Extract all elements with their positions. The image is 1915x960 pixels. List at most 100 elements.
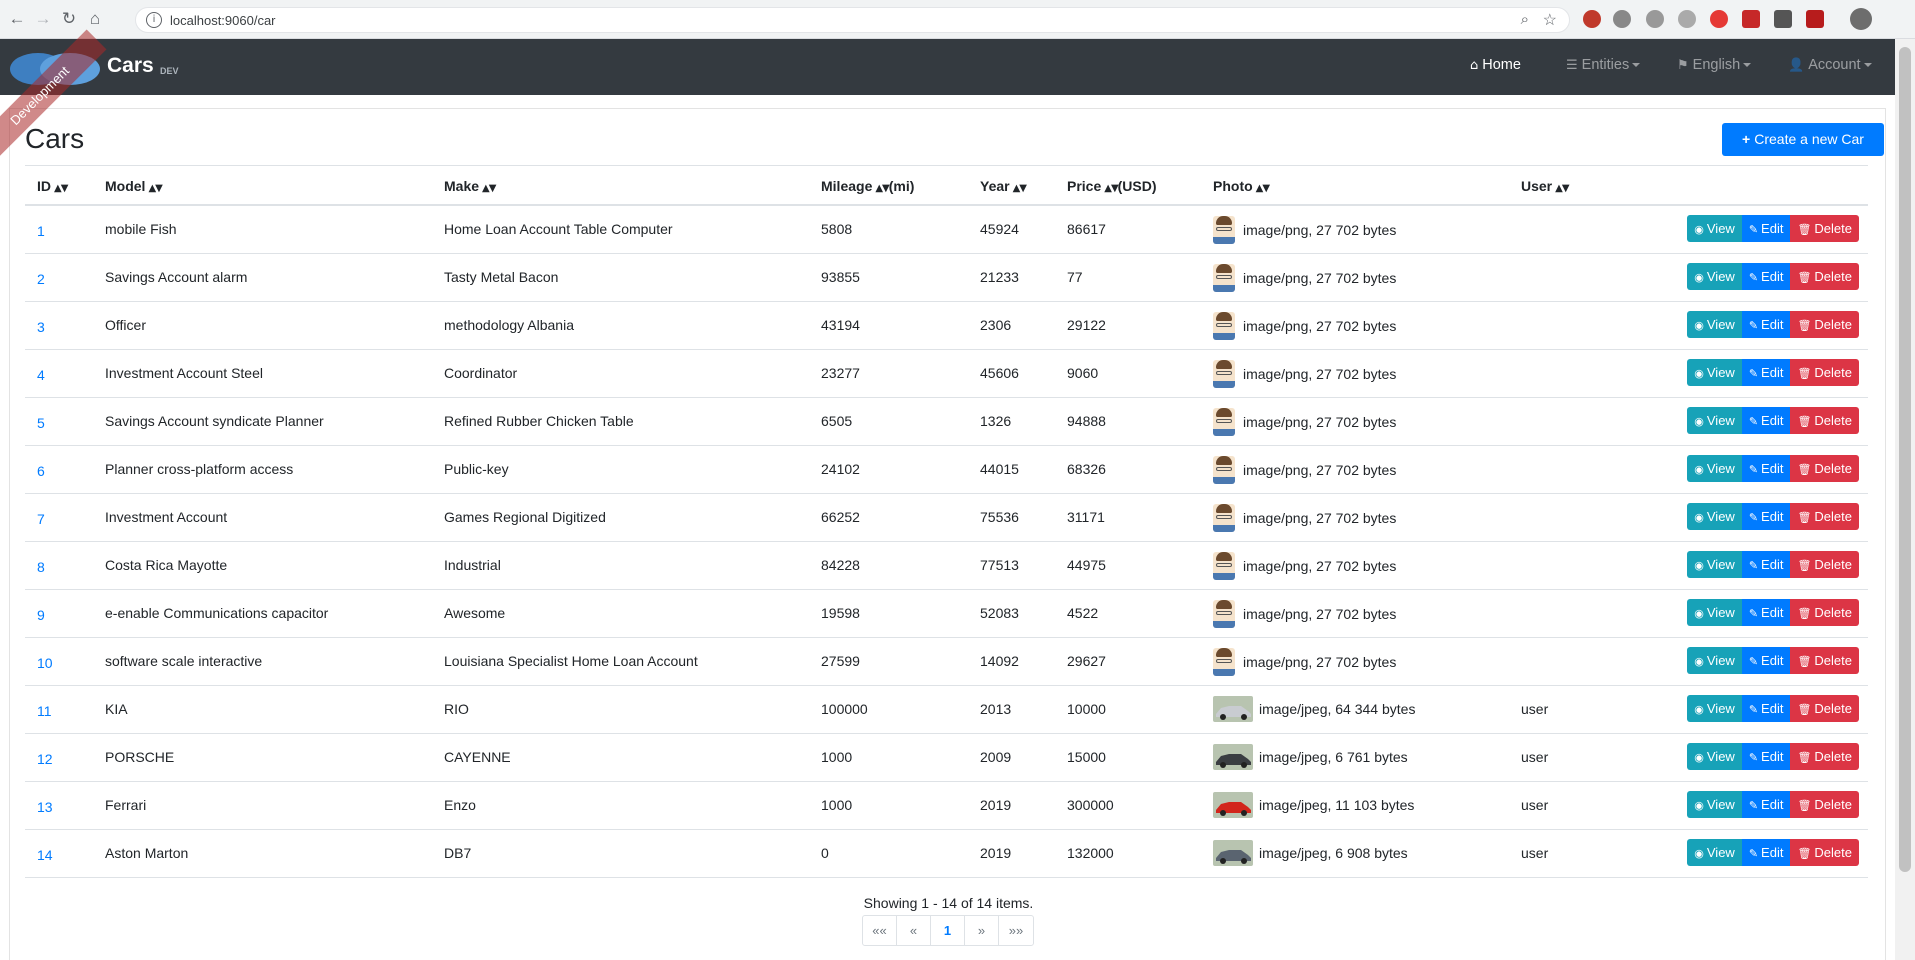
delete-button[interactable]: 🗑 Delete [1790, 263, 1859, 290]
view-button[interactable]: ◉ View [1687, 311, 1742, 338]
extension-icon[interactable] [1774, 10, 1792, 28]
id-link[interactable]: 9 [37, 607, 45, 623]
photo-content-type[interactable]: image/png, 27 702 bytes [1243, 462, 1396, 478]
avatar-thumbnail[interactable] [1213, 216, 1235, 244]
view-button[interactable]: ◉ View [1687, 791, 1742, 818]
cell-user[interactable]: user [1521, 749, 1548, 765]
photo-content-type[interactable]: image/jpeg, 11 103 bytes [1259, 797, 1414, 813]
brand-title[interactable]: Cars [107, 54, 154, 78]
column-header-make[interactable]: Make ▲▼ [444, 178, 496, 194]
pager-next[interactable]: » [965, 916, 999, 945]
column-header-id[interactable]: ID ▲▼ [37, 178, 68, 194]
view-button[interactable]: ◉ View [1687, 551, 1742, 578]
id-link[interactable]: 3 [37, 319, 45, 335]
edit-button[interactable]: ✎ Edit [1741, 359, 1791, 386]
photo-content-type[interactable]: image/png, 27 702 bytes [1243, 366, 1396, 382]
car-photo-thumbnail[interactable] [1213, 696, 1253, 722]
bookmark-star-icon[interactable]: ☆ [1543, 10, 1557, 30]
reload-icon[interactable]: ↻ [58, 8, 80, 30]
cell-user[interactable]: user [1521, 701, 1548, 717]
home-icon[interactable]: ⌂ [84, 8, 106, 30]
id-link[interactable]: 2 [37, 271, 45, 287]
avatar-thumbnail[interactable] [1213, 504, 1235, 532]
back-icon[interactable]: ← [6, 8, 28, 30]
edit-button[interactable]: ✎ Edit [1741, 695, 1791, 722]
nav-home[interactable]: ⌂ Home [1470, 57, 1521, 73]
photo-content-type[interactable]: image/png, 27 702 bytes [1243, 654, 1396, 670]
view-button[interactable]: ◉ View [1687, 215, 1742, 242]
photo-content-type[interactable]: image/png, 27 702 bytes [1243, 558, 1396, 574]
view-button[interactable]: ◉ View [1687, 503, 1742, 530]
edit-button[interactable]: ✎ Edit [1741, 743, 1791, 770]
delete-button[interactable]: 🗑 Delete [1790, 791, 1859, 818]
id-link[interactable]: 5 [37, 415, 45, 431]
photo-content-type[interactable]: image/jpeg, 64 344 bytes [1259, 701, 1415, 717]
id-link[interactable]: 4 [37, 367, 45, 383]
edit-button[interactable]: ✎ Edit [1741, 407, 1791, 434]
delete-button[interactable]: 🗑 Delete [1790, 839, 1859, 866]
nav-language[interactable]: ⚑ English [1677, 57, 1752, 73]
delete-button[interactable]: 🗑 Delete [1790, 503, 1859, 530]
extension-icon[interactable] [1646, 10, 1664, 28]
avatar-thumbnail[interactable] [1213, 408, 1235, 436]
edit-button[interactable]: ✎ Edit [1741, 215, 1791, 242]
avatar-thumbnail[interactable] [1213, 600, 1235, 628]
cell-user[interactable]: user [1521, 845, 1548, 861]
avatar-thumbnail[interactable] [1213, 648, 1235, 676]
photo-content-type[interactable]: image/jpeg, 6 908 bytes [1259, 845, 1408, 861]
extension-icon[interactable] [1742, 10, 1760, 28]
scrollbar[interactable] [1895, 39, 1915, 960]
delete-button[interactable]: 🗑 Delete [1790, 455, 1859, 482]
id-link[interactable]: 14 [37, 847, 53, 863]
column-header-year[interactable]: Year ▲▼ [980, 178, 1027, 194]
car-photo-thumbnail[interactable] [1213, 792, 1253, 818]
view-button[interactable]: ◉ View [1687, 695, 1742, 722]
avatar-thumbnail[interactable] [1213, 264, 1235, 292]
delete-button[interactable]: 🗑 Delete [1790, 215, 1859, 242]
car-photo-thumbnail[interactable] [1213, 840, 1253, 866]
photo-content-type[interactable]: image/png, 27 702 bytes [1243, 606, 1396, 622]
delete-button[interactable]: 🗑 Delete [1790, 599, 1859, 626]
avatar-thumbnail[interactable] [1213, 312, 1235, 340]
view-button[interactable]: ◉ View [1687, 359, 1742, 386]
edit-button[interactable]: ✎ Edit [1741, 599, 1791, 626]
edit-button[interactable]: ✎ Edit [1741, 455, 1791, 482]
id-link[interactable]: 13 [37, 799, 53, 815]
column-header-mileage[interactable]: Mileage ▲▼(mi) [821, 178, 914, 194]
pager-last[interactable]: »» [999, 916, 1033, 945]
edit-button[interactable]: ✎ Edit [1741, 647, 1791, 674]
profile-avatar-icon[interactable] [1850, 8, 1872, 30]
address-bar[interactable]: i localhost:9060/car ⌕ ☆ [135, 7, 1570, 33]
avatar-thumbnail[interactable] [1213, 360, 1235, 388]
car-photo-thumbnail[interactable] [1213, 744, 1253, 770]
edit-button[interactable]: ✎ Edit [1741, 551, 1791, 578]
column-header-model[interactable]: Model ▲▼ [105, 178, 163, 194]
delete-button[interactable]: 🗑 Delete [1790, 647, 1859, 674]
view-button[interactable]: ◉ View [1687, 599, 1742, 626]
url-text[interactable]: localhost:9060/car [170, 13, 276, 28]
id-link[interactable]: 6 [37, 463, 45, 479]
photo-content-type[interactable]: image/jpeg, 6 761 bytes [1259, 749, 1408, 765]
column-header-photo[interactable]: Photo ▲▼ [1213, 178, 1270, 194]
extension-icon[interactable] [1710, 10, 1728, 28]
edit-button[interactable]: ✎ Edit [1741, 311, 1791, 338]
delete-button[interactable]: 🗑 Delete [1790, 311, 1859, 338]
extension-icon[interactable] [1678, 10, 1696, 28]
extension-icon[interactable] [1583, 10, 1601, 28]
id-link[interactable]: 11 [37, 703, 52, 719]
create-car-button[interactable]: + Create a new Car [1722, 123, 1884, 156]
cell-user[interactable]: user [1521, 797, 1548, 813]
column-header-user[interactable]: User ▲▼ [1521, 178, 1570, 194]
id-link[interactable]: 7 [37, 511, 45, 527]
photo-content-type[interactable]: image/png, 27 702 bytes [1243, 222, 1396, 238]
extension-icon[interactable] [1806, 10, 1824, 28]
info-icon[interactable]: i [146, 12, 162, 28]
id-link[interactable]: 12 [37, 751, 53, 767]
zoom-icon[interactable]: ⌕ [1521, 11, 1529, 28]
view-button[interactable]: ◉ View [1687, 839, 1742, 866]
pager-first[interactable]: «« [863, 916, 897, 945]
id-link[interactable]: 10 [37, 655, 53, 671]
view-button[interactable]: ◉ View [1687, 647, 1742, 674]
id-link[interactable]: 8 [37, 559, 45, 575]
nav-entities[interactable]: ☰ Entities [1566, 57, 1641, 73]
